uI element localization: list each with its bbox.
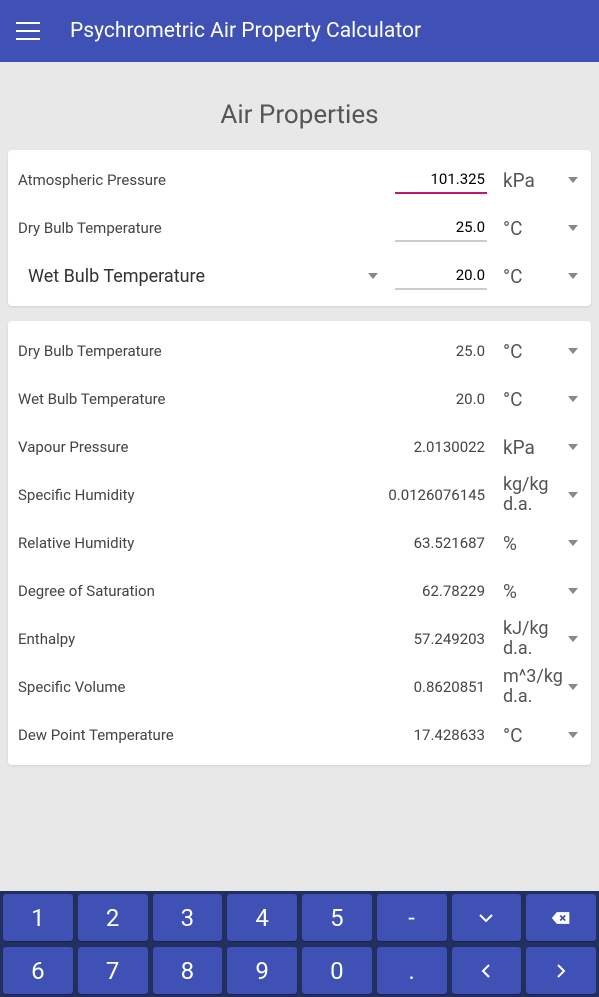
keypad-row-2: 6 7 8 9 0 . (0, 944, 599, 997)
result-unit[interactable]: kJ/kg d.a. (495, 619, 565, 659)
wet-bulb-type-select[interactable]: Wet Bulb Temperature (18, 266, 363, 287)
result-unit-dropdown[interactable] (565, 684, 581, 690)
result-unit[interactable]: kPa (495, 436, 565, 459)
pressure-label: Atmospheric Pressure (18, 171, 395, 189)
key-1[interactable]: 1 (3, 894, 73, 941)
result-unit[interactable]: °C (495, 388, 565, 411)
dry-bulb-unit-dropdown[interactable] (565, 225, 581, 231)
key-minus[interactable]: - (377, 894, 447, 941)
keypad-row-1: 1 2 3 4 5 - (0, 891, 599, 944)
result-unit-dropdown[interactable] (565, 636, 581, 642)
result-label: Dry Bulb Temperature (18, 342, 456, 360)
numeric-keypad: 1 2 3 4 5 - 6 7 8 9 0 . (0, 891, 599, 997)
result-label: Specific Volume (18, 678, 414, 696)
dry-bulb-label: Dry Bulb Temperature (18, 219, 395, 237)
key-0[interactable]: 0 (302, 947, 372, 994)
result-unit[interactable]: m^3/kg d.a. (495, 667, 565, 707)
dry-bulb-row: Dry Bulb Temperature °C (18, 204, 581, 252)
main-content: Air Properties Atmospheric Pressure kPa … (0, 62, 599, 788)
key-5[interactable]: 5 (302, 894, 372, 941)
result-label: Enthalpy (18, 630, 414, 648)
result-unit[interactable]: % (495, 532, 565, 555)
result-row: Specific Volume 0.8620851 m^3/kg d.a. (18, 663, 581, 711)
dry-bulb-unit[interactable]: °C (495, 217, 565, 240)
result-unit-dropdown[interactable] (565, 732, 581, 738)
wet-bulb-input[interactable] (395, 262, 487, 290)
result-unit[interactable]: °C (495, 724, 565, 747)
results-card: Dry Bulb Temperature 25.0 °C Wet Bulb Te… (8, 321, 591, 765)
key-next[interactable] (526, 947, 596, 994)
key-decimal[interactable]: . (377, 947, 447, 994)
pressure-unit[interactable]: kPa (495, 169, 565, 192)
result-row: Dew Point Temperature 17.428633 °C (18, 711, 581, 759)
chevron-down-icon (476, 908, 496, 928)
key-6[interactable]: 6 (3, 947, 73, 994)
wet-bulb-unit[interactable]: °C (495, 265, 565, 288)
dry-bulb-input[interactable] (395, 214, 487, 242)
result-row: Relative Humidity 63.521687 % (18, 519, 581, 567)
result-row: Vapour Pressure 2.0130022 kPa (18, 423, 581, 471)
result-row: Enthalpy 57.249203 kJ/kg d.a. (18, 615, 581, 663)
pressure-row: Atmospheric Pressure kPa (18, 156, 581, 204)
result-label: Wet Bulb Temperature (18, 390, 456, 408)
menu-icon[interactable] (16, 19, 40, 43)
app-header: Psychrometric Air Property Calculator (0, 0, 599, 62)
key-3[interactable]: 3 (153, 894, 223, 941)
result-value: 2.0130022 (414, 438, 495, 456)
result-value: 63.521687 (414, 534, 495, 552)
result-value: 62.78229 (422, 582, 495, 600)
key-2[interactable]: 2 (78, 894, 148, 941)
wet-bulb-type-dropdown-icon[interactable] (363, 273, 383, 279)
key-prev[interactable] (452, 947, 522, 994)
wet-bulb-row: Wet Bulb Temperature °C (18, 252, 581, 300)
result-label: Dew Point Temperature (18, 726, 414, 744)
result-unit[interactable]: kg/kg d.a. (495, 475, 565, 515)
result-row: Specific Humidity 0.0126076145 kg/kg d.a… (18, 471, 581, 519)
chevron-left-icon (476, 961, 496, 981)
result-unit-dropdown[interactable] (565, 588, 581, 594)
key-4[interactable]: 4 (227, 894, 297, 941)
key-backspace[interactable] (526, 894, 596, 941)
pressure-unit-dropdown[interactable] (565, 177, 581, 183)
chevron-right-icon (551, 961, 571, 981)
result-row: Degree of Saturation 62.78229 % (18, 567, 581, 615)
result-label: Specific Humidity (18, 486, 388, 504)
result-value: 0.0126076145 (388, 486, 495, 504)
wet-bulb-unit-dropdown[interactable] (565, 273, 581, 279)
key-8[interactable]: 8 (153, 947, 223, 994)
result-value: 20.0 (456, 390, 495, 408)
section-title: Air Properties (8, 100, 591, 130)
result-unit-dropdown[interactable] (565, 348, 581, 354)
result-row: Wet Bulb Temperature 20.0 °C (18, 375, 581, 423)
app-title: Psychrometric Air Property Calculator (70, 19, 421, 43)
result-value: 57.249203 (414, 630, 495, 648)
input-card: Atmospheric Pressure kPa Dry Bulb Temper… (8, 150, 591, 306)
result-label: Vapour Pressure (18, 438, 414, 456)
result-label: Relative Humidity (18, 534, 414, 552)
result-value: 0.8620851 (414, 678, 495, 696)
result-unit-dropdown[interactable] (565, 396, 581, 402)
result-value: 17.428633 (414, 726, 495, 744)
result-unit-dropdown[interactable] (565, 444, 581, 450)
key-7[interactable]: 7 (78, 947, 148, 994)
pressure-input[interactable] (395, 166, 487, 194)
key-9[interactable]: 9 (227, 947, 297, 994)
result-unit-dropdown[interactable] (565, 540, 581, 546)
result-value: 25.0 (456, 342, 495, 360)
result-row: Dry Bulb Temperature 25.0 °C (18, 327, 581, 375)
result-unit-dropdown[interactable] (565, 492, 581, 498)
result-unit[interactable]: °C (495, 340, 565, 363)
key-collapse[interactable] (452, 894, 522, 941)
result-unit[interactable]: % (495, 580, 565, 603)
result-label: Degree of Saturation (18, 582, 422, 600)
backspace-icon (551, 908, 571, 928)
